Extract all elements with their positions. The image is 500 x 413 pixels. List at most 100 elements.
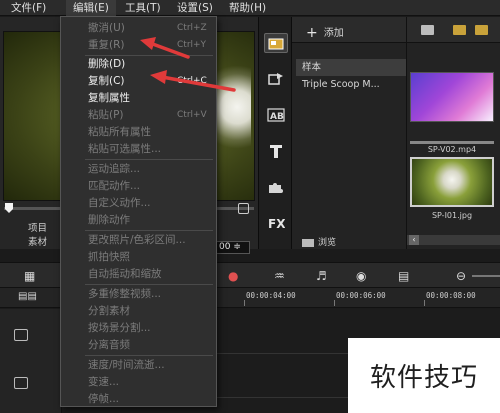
menu-item-copy-label: 复制(C) bbox=[88, 75, 125, 87]
menu-item-snapshot[interactable]: 抓拍快照 bbox=[61, 248, 216, 266]
menu-item-custom-motion[interactable]: 自定义动作... bbox=[61, 194, 216, 212]
title-ab-tool[interactable]: AB bbox=[264, 105, 288, 125]
menu-item-paste-shortcut: Ctrl+V bbox=[177, 110, 207, 120]
menu-item-paste-label: 粘贴(P) bbox=[88, 109, 124, 121]
thumbnail-sp-v02[interactable] bbox=[410, 72, 494, 122]
text-t-icon bbox=[270, 145, 282, 158]
clip-label[interactable]: 素材 bbox=[28, 234, 47, 248]
menu-item-undo-shortcut: Ctrl+Z bbox=[177, 23, 207, 33]
menubar: 文件(F) 编辑(E) 工具(T) 设置(S) 帮助(H) bbox=[0, 0, 500, 16]
menu-item-paste[interactable]: 粘贴(P) Ctrl+V bbox=[61, 106, 216, 124]
menu-item-motion-tracking-label: 运动追踪... bbox=[88, 163, 141, 175]
menu-item-delete-label: 删除(D) bbox=[88, 58, 126, 70]
media-tool[interactable] bbox=[264, 33, 288, 53]
menu-edit[interactable]: 编辑(E) bbox=[66, 0, 116, 16]
library-folder-sample[interactable]: 样本 bbox=[296, 59, 406, 76]
menu-item-separate-audio[interactable]: 分离音频 bbox=[61, 336, 216, 354]
motion-track-icon[interactable]: ◉ bbox=[356, 269, 366, 283]
menu-item-redo-label: 重复(R) bbox=[88, 39, 125, 51]
thumbnail-label-sp-v02: SP-V02.mp4 bbox=[427, 145, 477, 154]
library-scrollbar[interactable]: ‹ bbox=[407, 235, 500, 245]
edit-menu-dropdown: 撤消(U) Ctrl+Z 重复(R) Ctrl+Y 删除(D) 复制(C) Ctrl+… bbox=[60, 16, 217, 407]
library-divider bbox=[406, 17, 407, 249]
library-toolbar bbox=[407, 17, 500, 43]
menu-item-copy-shortcut: Ctrl+C bbox=[177, 76, 207, 86]
menu-help[interactable]: 帮助(H) bbox=[222, 0, 273, 16]
menu-settings[interactable]: 设置(S) bbox=[170, 0, 220, 16]
menu-tools[interactable]: 工具(T) bbox=[118, 0, 168, 16]
menu-item-multi-trim-label: 多重修整视频... bbox=[88, 288, 162, 300]
menu-item-snapshot-label: 抓拍快照 bbox=[88, 251, 130, 263]
scrub-handle[interactable] bbox=[5, 203, 13, 213]
library-panel: + 添加 样本 Triple Scoop M... 浏览 SP-V02.mp4 S… bbox=[292, 17, 500, 249]
timecode-field[interactable]: 00 ≑ bbox=[216, 241, 250, 254]
zoom-out-icon[interactable]: ⊖ bbox=[456, 269, 466, 283]
record-icon[interactable]: ● bbox=[228, 269, 238, 283]
library-folder-list: 样本 Triple Scoop M... bbox=[296, 59, 406, 93]
ruler-label-0: 00:00:04:00 bbox=[246, 291, 296, 300]
project-label[interactable]: 项目 bbox=[28, 220, 47, 234]
menu-file[interactable]: 文件(F) bbox=[4, 0, 53, 16]
graphics-tool[interactable] bbox=[264, 177, 288, 197]
menu-item-paste-all-attributes[interactable]: 粘贴所有属性 bbox=[61, 123, 216, 141]
ruler-tick bbox=[334, 300, 335, 306]
menu-item-match-motion[interactable]: 匹配动作... bbox=[61, 177, 216, 195]
browse-label: 浏览 bbox=[318, 238, 337, 248]
menu-item-delete-motion-label: 删除动作 bbox=[88, 214, 130, 226]
menu-item-copy-attributes[interactable]: 复制属性 bbox=[61, 89, 216, 107]
menu-item-motion-tracking[interactable]: 运动追踪... bbox=[61, 160, 216, 178]
svg-text:AB: AB bbox=[270, 112, 284, 122]
menu-item-paste-all-attributes-label: 粘贴所有属性 bbox=[88, 126, 151, 138]
storyboard-view-icon[interactable]: ▦ bbox=[24, 269, 35, 283]
auto-music-icon[interactable]: ♬ bbox=[316, 269, 327, 283]
menu-item-delete[interactable]: 删除(D) bbox=[61, 55, 216, 73]
menu-item-freeze-frame[interactable]: 停帧... bbox=[61, 390, 216, 408]
overlay-track-icon[interactable] bbox=[14, 377, 28, 389]
menu-item-split-by-scene-label: 按场景分割... bbox=[88, 322, 151, 334]
text-tool[interactable] bbox=[264, 141, 288, 161]
subtitle-icon[interactable]: ▤ bbox=[398, 269, 409, 283]
thumbnail-progress-bar bbox=[410, 141, 494, 144]
svg-text:FX: FX bbox=[268, 217, 285, 230]
photo-filter-icon[interactable] bbox=[475, 25, 488, 35]
menu-item-speed-time-lapse-label: 速度/时间流逝... bbox=[88, 359, 165, 371]
menu-item-speed-time-lapse[interactable]: 速度/时间流逝... bbox=[61, 356, 216, 374]
menu-item-copy[interactable]: 复制(C) Ctrl+C bbox=[61, 72, 216, 90]
zoom-slider[interactable] bbox=[472, 275, 500, 277]
menu-item-split-clip[interactable]: 分割素材 bbox=[61, 302, 216, 320]
watermark: 软件技巧 bbox=[348, 338, 500, 413]
fullscreen-icon[interactable] bbox=[238, 203, 249, 214]
transition-icon bbox=[268, 73, 283, 85]
ruler-tick bbox=[244, 300, 245, 306]
video-filter-icon[interactable] bbox=[453, 25, 466, 35]
transition-tool[interactable] bbox=[264, 69, 288, 89]
menu-item-split-clip-label: 分割素材 bbox=[88, 305, 130, 317]
browse-button[interactable]: 浏览 bbox=[302, 235, 336, 248]
track-manager-icon[interactable]: ▤▤ bbox=[18, 290, 37, 304]
thumbnail-sp-i01[interactable] bbox=[410, 157, 494, 207]
menu-item-change-duration[interactable]: 更改照片/色彩区间... bbox=[61, 231, 216, 249]
folder-icon[interactable] bbox=[421, 25, 434, 35]
library-tool-strip: AB FX bbox=[258, 17, 292, 249]
menu-item-undo[interactable]: 撤消(U) Ctrl+Z bbox=[61, 19, 216, 37]
video-track-icon[interactable] bbox=[14, 329, 28, 341]
media-icon bbox=[268, 38, 284, 49]
library-header: + 添加 bbox=[292, 17, 406, 43]
audio-mixer-icon[interactable]: ♒ bbox=[274, 269, 285, 283]
menu-item-variable-speed[interactable]: 变速... bbox=[61, 373, 216, 391]
menu-item-paste-selected-attributes[interactable]: 粘贴可选属性... bbox=[61, 140, 216, 158]
puzzle-icon bbox=[269, 183, 283, 193]
menu-item-redo[interactable]: 重复(R) Ctrl+Y bbox=[61, 36, 216, 54]
library-folder-triple-scoop[interactable]: Triple Scoop M... bbox=[296, 76, 406, 93]
add-button[interactable]: + 添加 bbox=[306, 24, 344, 40]
fx-tool[interactable]: FX bbox=[264, 213, 288, 233]
menu-item-custom-motion-label: 自定义动作... bbox=[88, 197, 151, 209]
menu-item-paste-selected-attributes-label: 粘贴可选属性... bbox=[88, 143, 162, 155]
menu-item-multi-trim[interactable]: 多重修整视频... bbox=[61, 285, 216, 303]
menu-item-delete-motion[interactable]: 删除动作 bbox=[61, 211, 216, 229]
watermark-text: 软件技巧 bbox=[369, 363, 478, 393]
scroll-left-icon[interactable]: ‹ bbox=[409, 235, 419, 245]
menu-item-split-by-scene[interactable]: 按场景分割... bbox=[61, 319, 216, 337]
menu-item-redo-shortcut: Ctrl+Y bbox=[177, 40, 207, 50]
menu-item-auto-pan-zoom[interactable]: 自动摇动和缩放 bbox=[61, 265, 216, 283]
